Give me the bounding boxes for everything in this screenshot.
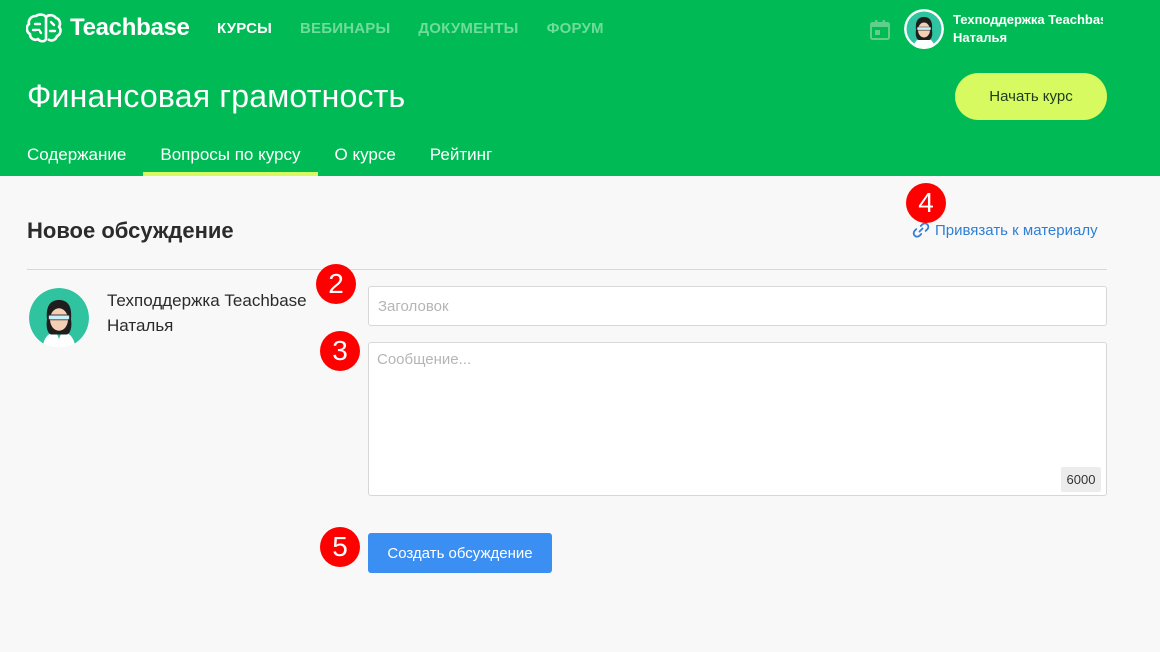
main-nav: КУРСЫ ВЕБИНАРЫ ДОКУМЕНТЫ ФОРУМ bbox=[217, 20, 604, 37]
attach-material-link[interactable]: Привязать к материалу bbox=[912, 221, 1098, 239]
course-tabs: Содержание Вопросы по курсу О курсе Рейт… bbox=[0, 136, 509, 176]
brain-logo-icon bbox=[26, 13, 62, 43]
nav-webinars[interactable]: ВЕБИНАРЫ bbox=[300, 20, 390, 37]
avatar-illustration bbox=[904, 9, 944, 49]
logo-text: Teachbase bbox=[70, 14, 190, 41]
author-name: Техподдержка Teachbase Наталья bbox=[107, 288, 307, 338]
char-counter: 6000 bbox=[1061, 467, 1101, 492]
course-title: Финансовая грамотность bbox=[27, 78, 406, 114]
annotation-marker-2: 2 bbox=[316, 264, 356, 304]
nav-documents[interactable]: ДОКУМЕНТЫ bbox=[418, 20, 518, 37]
annotation-marker-5: 5 bbox=[320, 527, 360, 567]
divider bbox=[27, 269, 1107, 270]
tab-rating[interactable]: Рейтинг bbox=[413, 136, 509, 176]
link-icon bbox=[912, 222, 930, 238]
user-name-line1: Техподдержка Teachbase bbox=[953, 12, 1103, 27]
calendar-icon[interactable] bbox=[869, 19, 891, 41]
annotation-marker-3: 3 bbox=[320, 331, 360, 371]
user-avatar[interactable] bbox=[904, 9, 944, 49]
new-discussion-heading: Новое обсуждение bbox=[27, 218, 234, 243]
author-name-line1: Техподдержка Teachbase bbox=[107, 291, 307, 310]
tab-course-questions[interactable]: Вопросы по курсу bbox=[143, 136, 318, 176]
discussion-message-input[interactable] bbox=[368, 342, 1107, 496]
attach-material-label: Привязать к материалу bbox=[935, 221, 1098, 239]
tab-contents[interactable]: Содержание bbox=[0, 136, 143, 176]
start-course-button[interactable]: Начать курс bbox=[955, 73, 1107, 120]
tab-about-course[interactable]: О курсе bbox=[318, 136, 413, 176]
author-avatar bbox=[29, 288, 89, 348]
user-name-line2: Наталья bbox=[953, 30, 1008, 45]
nav-forum[interactable]: ФОРУМ bbox=[547, 20, 604, 37]
author-avatar-illustration bbox=[29, 288, 89, 348]
annotation-marker-4: 4 bbox=[906, 183, 946, 223]
nav-courses[interactable]: КУРСЫ bbox=[217, 20, 272, 37]
user-name-top[interactable]: Техподдержка Teachbase Наталья bbox=[953, 11, 1103, 47]
discussion-title-input[interactable] bbox=[368, 286, 1107, 326]
logo[interactable]: Teachbase bbox=[26, 11, 190, 45]
author-name-line2: Наталья bbox=[107, 316, 174, 335]
create-discussion-button[interactable]: Создать обсуждение bbox=[368, 533, 552, 573]
